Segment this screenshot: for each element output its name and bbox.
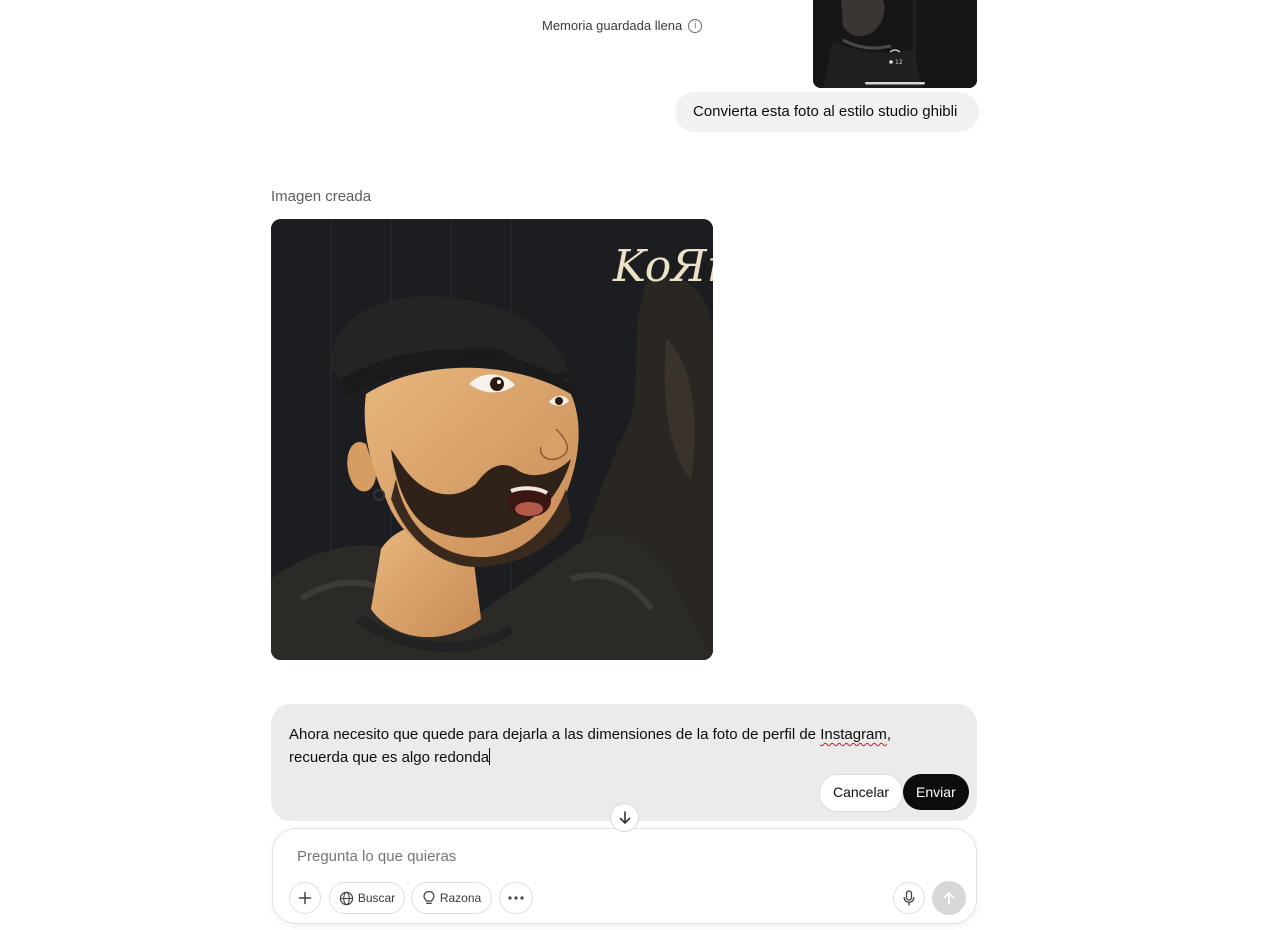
reason-tool-label: Razona — [439, 891, 482, 905]
more-icon — [508, 896, 524, 900]
plus-icon — [298, 891, 312, 905]
edit-text-before: Ahora necesito que quede para dejarla a … — [289, 726, 821, 743]
more-tools-button[interactable] — [499, 882, 533, 914]
microphone-icon — [903, 890, 915, 906]
send-button[interactable] — [932, 881, 966, 915]
send-edit-button[interactable]: Enviar — [903, 774, 969, 810]
memory-notice-text: Memoria guardada llena — [542, 18, 683, 33]
memory-notice: Memoria guardada llena i — [542, 18, 703, 33]
photo-overlay-counter: 12 — [895, 59, 903, 66]
edit-message-text[interactable]: Ahora necesito que quede para dejarla a … — [289, 723, 949, 769]
scroll-to-bottom-button[interactable] — [610, 803, 639, 832]
cancel-button[interactable]: Cancelar — [819, 774, 904, 812]
image-created-label: Imagen creada — [271, 188, 372, 205]
generated-image[interactable]: KoЯn — [271, 219, 713, 660]
uploaded-photo[interactable]: 12 — [813, 0, 977, 88]
chat-composer: Buscar Razona — [272, 828, 977, 924]
reason-tool-button[interactable]: Razona — [411, 882, 492, 914]
edit-text-flagged-word: Instagram — [820, 726, 887, 743]
image-logo-text: KoЯn — [612, 241, 713, 292]
globe-icon — [339, 891, 354, 905]
info-icon[interactable]: i — [688, 18, 703, 33]
user-message-bubble: Convierta esta foto al estilo studio ghi… — [675, 92, 980, 132]
arrow-down-icon — [619, 810, 630, 824]
lightbulb-icon — [423, 890, 435, 904]
search-tool-button[interactable]: Buscar — [329, 882, 405, 914]
text-caret — [489, 748, 491, 765]
search-tool-label: Buscar — [357, 891, 396, 905]
arrow-up-icon — [943, 892, 955, 905]
prompt-input[interactable] — [297, 848, 857, 865]
add-attachment-button[interactable] — [289, 882, 321, 914]
voice-input-button[interactable] — [893, 882, 925, 914]
